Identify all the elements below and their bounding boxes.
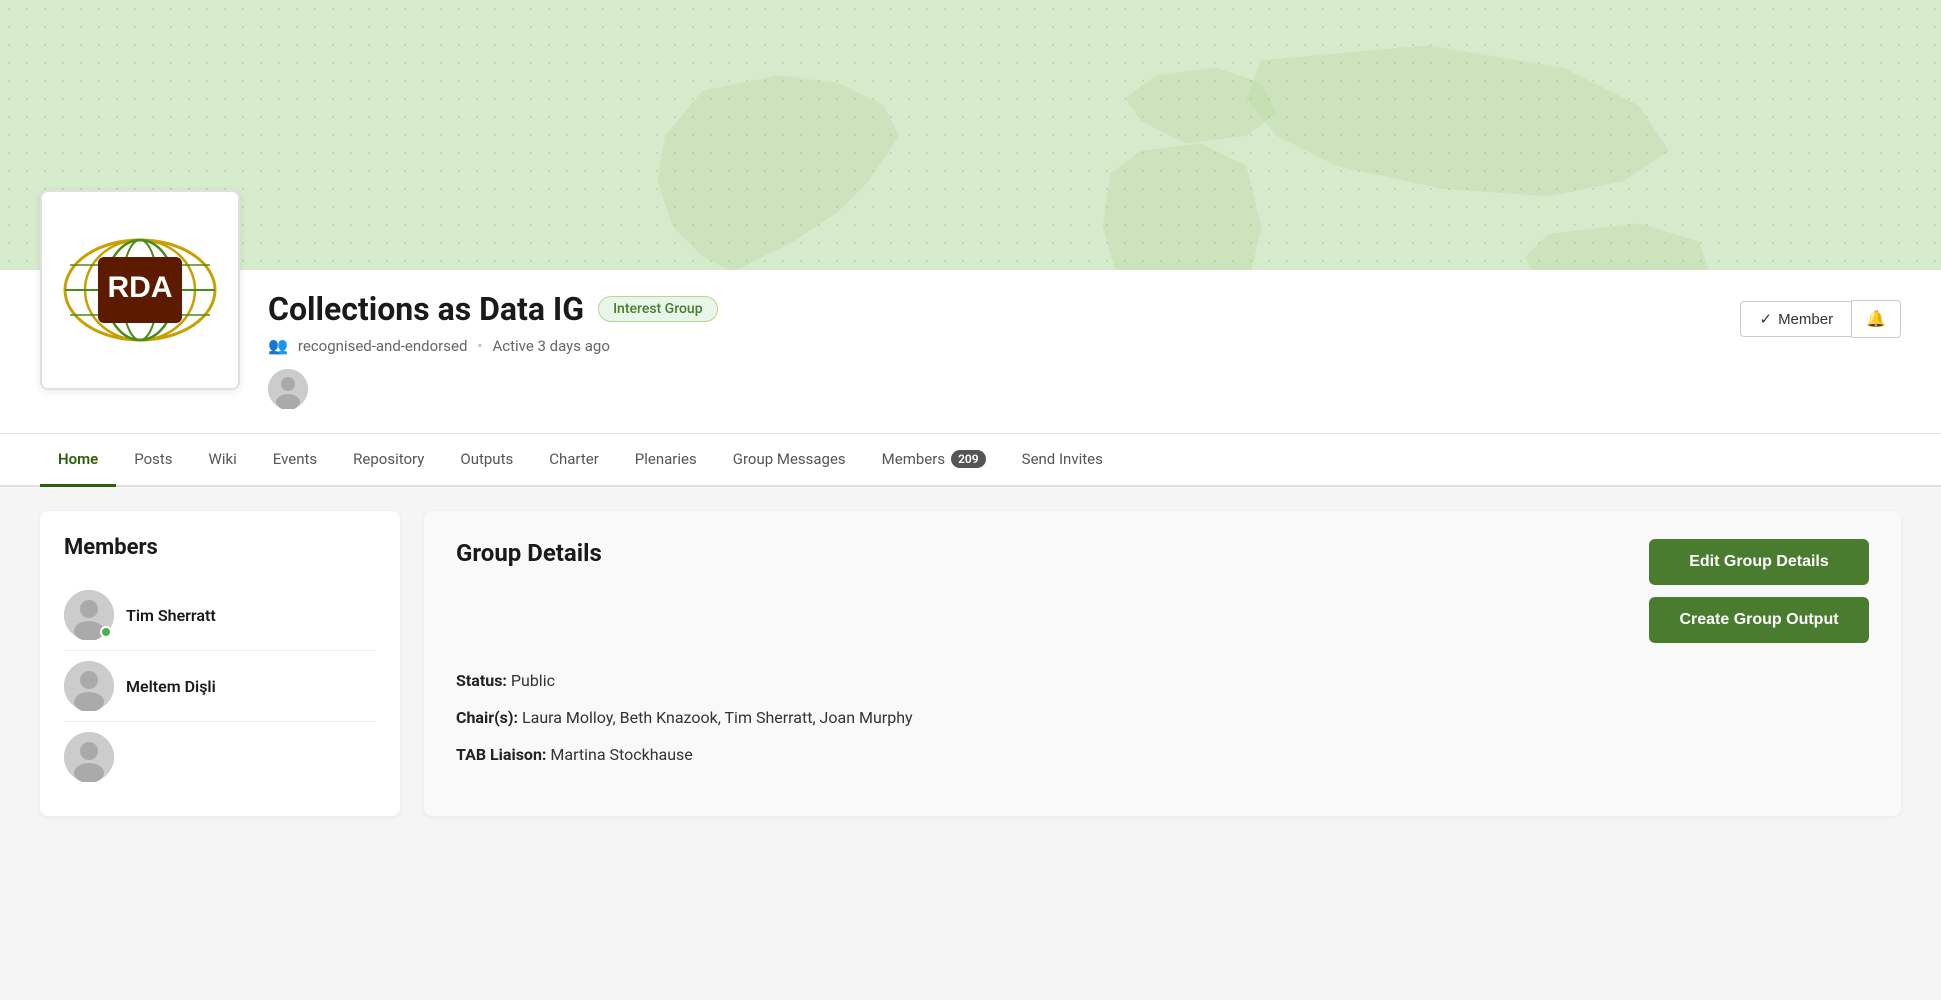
avatar [64, 590, 114, 640]
svg-text:RDA: RDA [108, 271, 173, 304]
member-avatars [268, 369, 1712, 409]
tab-liaison-label: TAB Liaison: [456, 745, 546, 764]
avatar [64, 732, 114, 782]
tab-repository-label: Repository [353, 450, 424, 468]
tab-liaison-value: Martina Stockhause [550, 745, 692, 764]
list-item[interactable]: Tim Sherratt [64, 580, 376, 651]
tab-wiki[interactable]: Wiki [191, 434, 255, 487]
tab-members[interactable]: Members 209 [864, 434, 1004, 487]
members-card: Members Tim Sherratt Meltem Dişli [40, 511, 400, 816]
avatar [64, 661, 114, 711]
hero-banner [0, 0, 1941, 270]
tab-posts[interactable]: Posts [116, 434, 190, 487]
details-actions: Edit Group Details Create Group Output [1649, 539, 1869, 643]
group-name: Collections as Data IG [268, 290, 584, 328]
checkmark-icon: ✓ [1759, 310, 1772, 328]
member-button[interactable]: ✓ Member [1740, 301, 1851, 337]
group-meta: 👥 recognised-and-endorsed • Active 3 day… [268, 336, 1712, 355]
chairs-label: Chair(s): [456, 708, 518, 727]
tab-group-messages[interactable]: Group Messages [715, 434, 864, 487]
separator: • [477, 337, 482, 355]
tab-home[interactable]: Home [40, 434, 116, 487]
tab-outputs[interactable]: Outputs [442, 434, 531, 487]
group-details-header: Group Details Edit Group Details Create … [456, 539, 1869, 643]
tab-events[interactable]: Events [255, 434, 335, 487]
bell-button[interactable]: 🔔 [1851, 300, 1901, 338]
member-name: Meltem Dişli [126, 677, 216, 696]
group-info: Collections as Data IG Interest Group 👥 … [268, 270, 1712, 409]
members-count-badge: 209 [951, 450, 986, 468]
interest-group-badge: Interest Group [598, 296, 718, 322]
active-label: Active 3 days ago [492, 337, 609, 355]
tab-repository[interactable]: Repository [335, 434, 442, 487]
group-logo-card: RDA [40, 190, 240, 390]
sidebar: Members Tim Sherratt Meltem Dişli [40, 511, 400, 816]
tab-charter[interactable]: Charter [531, 434, 617, 487]
tab-send-invites[interactable]: Send Invites [1004, 434, 1121, 487]
tab-events-label: Events [273, 450, 317, 468]
group-title-row: Collections as Data IG Interest Group [268, 290, 1712, 328]
sidebar-members-title: Members [64, 535, 376, 560]
endorsed-icon: 👥 [268, 336, 288, 355]
status-value: Public [511, 671, 555, 690]
status-label: Status: [456, 671, 507, 690]
list-item[interactable]: Meltem Dişli [64, 651, 376, 722]
edit-group-details-button[interactable]: Edit Group Details [1649, 539, 1869, 585]
group-details-body: Status: Public Chair(s): Laura Molloy, B… [456, 667, 1869, 769]
tab-outputs-label: Outputs [460, 450, 513, 468]
tab-posts-label: Posts [134, 450, 172, 468]
member-btn-label: Member [1778, 311, 1833, 328]
bell-icon: 🔔 [1866, 311, 1886, 328]
nav-tabs: Home Posts Wiki Events Repository Output… [0, 434, 1941, 487]
tab-plenaries[interactable]: Plenaries [617, 434, 715, 487]
chairs-row: Chair(s): Laura Molloy, Beth Knazook, Ti… [456, 704, 1869, 733]
hero-map-svg [582, 0, 1941, 270]
profile-actions: ✓ Member 🔔 [1740, 300, 1901, 338]
group-details-title: Group Details [456, 539, 602, 567]
tab-plenaries-label: Plenaries [635, 450, 697, 468]
endorsed-label: recognised-and-endorsed [298, 337, 468, 355]
member-name: Tim Sherratt [126, 606, 216, 625]
tab-group-messages-label: Group Messages [733, 450, 846, 468]
tab-charter-label: Charter [549, 450, 599, 468]
online-indicator [100, 626, 112, 638]
create-group-output-button[interactable]: Create Group Output [1649, 597, 1869, 643]
status-row: Status: Public [456, 667, 1869, 696]
tab-members-label: Members [882, 450, 945, 468]
rda-logo: RDA [60, 235, 220, 345]
profile-section: RDA Collections as Data IG Interest Grou… [0, 270, 1941, 434]
tab-send-invites-label: Send Invites [1022, 450, 1103, 468]
main-content: Members Tim Sherratt Meltem Dişli [0, 487, 1941, 840]
group-details-section: Group Details Edit Group Details Create … [424, 511, 1901, 816]
chairs-value: Laura Molloy, Beth Knazook, Tim Sherratt… [522, 708, 913, 727]
tab-home-label: Home [58, 450, 98, 468]
list-item[interactable] [64, 722, 376, 792]
tab-wiki-label: Wiki [209, 450, 237, 468]
tab-liaison-row: TAB Liaison: Martina Stockhause [456, 741, 1869, 770]
member-avatar-1 [268, 369, 308, 409]
